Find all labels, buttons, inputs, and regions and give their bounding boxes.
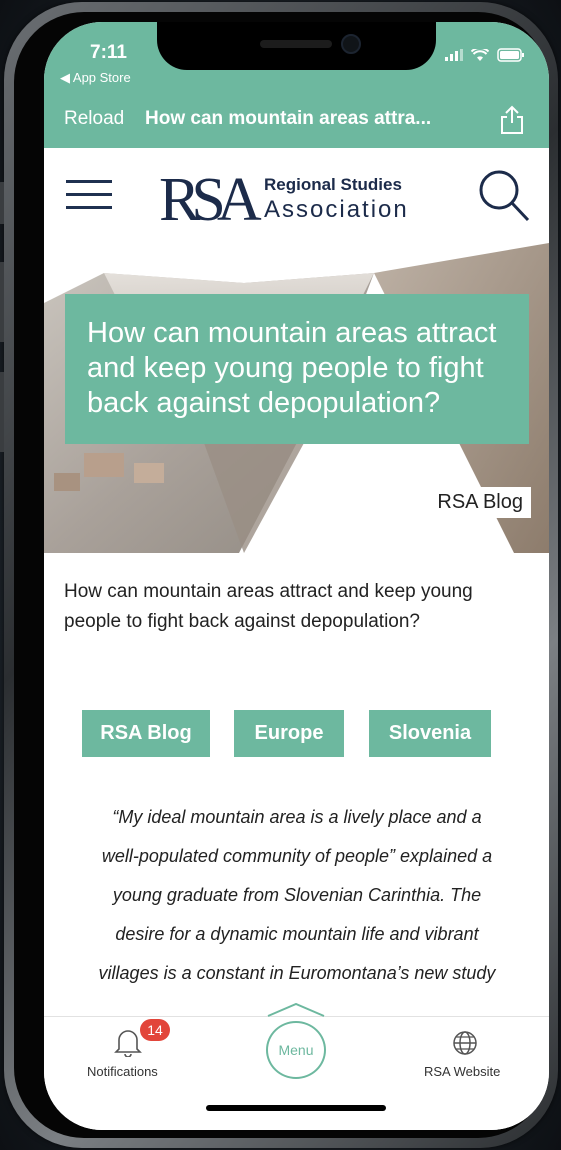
screen: 7:11 ◀ App Store Reload How can mountain…	[44, 22, 549, 1130]
hero-title: How can mountain areas attract and keep …	[65, 294, 529, 444]
quote-line: villages is a constant in Euromontana’s …	[98, 963, 496, 983]
bell-icon	[114, 1030, 142, 1057]
tag-slovenia[interactable]: Slovenia	[369, 710, 491, 757]
status-bar: 7:11 ◀ App Store	[44, 22, 549, 92]
rsa-website-label: RSA Website	[424, 1064, 501, 1079]
share-icon[interactable]	[499, 105, 525, 135]
site-header: RSA Regional Studies Association	[44, 148, 549, 243]
tag-europe[interactable]: Europe	[234, 710, 344, 757]
quote-line: young graduate from Slovenian Carinthia.…	[112, 885, 482, 905]
notifications-label: Notifications	[87, 1064, 158, 1079]
chevron-up-icon[interactable]	[266, 1003, 326, 1017]
system-icons	[445, 48, 525, 62]
notch	[157, 22, 436, 70]
clock: 7:11	[90, 42, 127, 63]
volume-down-button	[0, 372, 4, 452]
quote-line: well-populated community of people” expl…	[101, 846, 493, 866]
search-icon[interactable]	[477, 168, 531, 224]
hero-banner: How can mountain areas attract and keep …	[44, 243, 549, 555]
bottom-tab-bar: 14 Notifications Menu RSA Website	[44, 1003, 549, 1130]
hero-category-tag[interactable]: RSA Blog	[429, 487, 531, 518]
back-to-app-store[interactable]: ◀ App Store	[60, 70, 131, 86]
tag-list: RSA Blog Europe Slovenia	[44, 710, 549, 758]
home-indicator[interactable]	[206, 1105, 386, 1111]
quote-line: desire for a dynamic mountain life and v…	[115, 924, 479, 944]
camera	[341, 34, 361, 54]
wifi-icon	[471, 48, 489, 61]
speaker	[260, 40, 332, 48]
notification-badge: 14	[140, 1019, 170, 1041]
rsa-website-tab[interactable]: RSA Website	[422, 1017, 512, 1087]
battery-icon	[497, 48, 524, 62]
mute-switch	[0, 182, 4, 224]
article-intro: How can mountain areas attract and keep …	[64, 581, 473, 632]
quote-line: “My ideal mountain area is a lively plac…	[112, 807, 482, 827]
page-title: How can mountain areas attra...	[145, 108, 432, 129]
logo-line-1: Regional Studies	[264, 175, 402, 194]
hamburger-icon[interactable]	[66, 176, 112, 214]
signal-icon	[445, 49, 463, 61]
menu-button[interactable]: Menu	[266, 1021, 326, 1079]
logo-line-2: Association	[264, 196, 409, 223]
article-quote: “My ideal mountain area is a lively plac…	[62, 798, 532, 993]
volume-up-button	[0, 262, 4, 342]
logo-mark: RSA	[159, 166, 262, 234]
globe-icon	[453, 1031, 477, 1055]
reload-button[interactable]: Reload	[64, 108, 124, 130]
tag-rsa-blog[interactable]: RSA Blog	[82, 710, 210, 757]
notifications-tab[interactable]: 14 Notifications	[84, 1017, 184, 1087]
browser-nav-bar: Reload How can mountain areas attra...	[44, 92, 549, 148]
